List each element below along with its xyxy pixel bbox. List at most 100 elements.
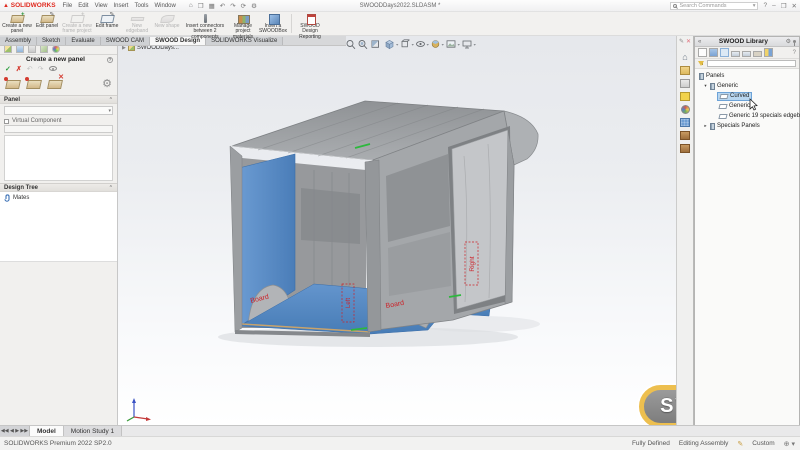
scene-icon[interactable]	[447, 41, 455, 47]
open-icon[interactable]: ❐	[198, 2, 204, 10]
menu-edit[interactable]: Edit	[78, 3, 88, 9]
edit-panel-button[interactable]: ✎ Edit panel	[32, 13, 62, 34]
redo-icon[interactable]: ↷	[230, 2, 235, 10]
menu-tools[interactable]: Tools	[134, 3, 148, 9]
tree-item-specials-panels[interactable]: ▸ Specials Panels	[695, 121, 799, 131]
display-manager-tab-icon[interactable]	[52, 45, 60, 53]
view-palette-icon[interactable]	[680, 92, 690, 101]
menu-insert[interactable]: Insert	[113, 3, 128, 9]
preview-eye-icon[interactable]	[49, 66, 57, 71]
tree-item-panels[interactable]: Panels	[695, 71, 799, 81]
mates-tree-item[interactable]: Mates	[3, 194, 114, 202]
tab-sketch[interactable]: Sketch	[37, 37, 66, 45]
display-style-icon[interactable]	[402, 40, 409, 47]
tab-assembly[interactable]: Assembly	[0, 37, 37, 45]
file-explorer-icon[interactable]	[680, 79, 690, 88]
library-profiles-icon[interactable]	[753, 51, 762, 57]
appearances-scenes-icon[interactable]	[681, 105, 690, 114]
close-button[interactable]: ✕	[792, 2, 797, 10]
dropdown-arrow-icon[interactable]	[442, 44, 444, 46]
swood-design-reporting-button[interactable]: SWOOD Design Reporting	[295, 13, 325, 34]
swood-materials-icon[interactable]	[680, 131, 690, 140]
collapse-panel-icon[interactable]: «	[698, 39, 701, 45]
view-orientation-icon[interactable]	[386, 40, 393, 48]
dropdown-arrow-icon[interactable]	[474, 44, 476, 46]
configuration-manager-tab-icon[interactable]	[28, 45, 36, 53]
tree-item-generic-folder[interactable]: ▾ Generic	[695, 81, 799, 91]
create-new-panel-button[interactable]: + Create a new panel	[2, 13, 32, 34]
panel-selection-list[interactable]	[4, 135, 113, 181]
feature-manager-tab-icon[interactable]	[4, 45, 12, 53]
section-view-icon[interactable]	[372, 41, 379, 48]
help-icon[interactable]: ?	[107, 57, 113, 63]
edit-frame-button[interactable]: ✎ Edit frame	[92, 13, 122, 34]
library-settings-gear-icon[interactable]: ⚙	[786, 38, 791, 45]
ok-check-icon[interactable]: ✓	[5, 65, 11, 73]
graphics-viewport[interactable]: ▶ SWOODDays...	[118, 36, 676, 425]
insert-connectors-button[interactable]: Insert connectors between 2 components	[182, 13, 228, 34]
design-library-icon[interactable]	[680, 66, 690, 75]
library-connectors-icon[interactable]	[764, 48, 773, 57]
units-globe-icon[interactable]: ⊕ ▾	[784, 440, 795, 448]
dropdown-arrow-icon[interactable]	[458, 44, 460, 46]
tree-item-generic-panel[interactable]: Generic	[695, 101, 799, 111]
search-dropdown-icon[interactable]: ▾	[753, 3, 756, 9]
insert-swoodbox-button[interactable]: Insert a SWOODBox	[258, 13, 288, 34]
library-active-category-icon[interactable]	[720, 48, 729, 57]
tree-item-generic-19-specials-edgebands[interactable]: Generic 19 specials edgebands	[695, 111, 799, 121]
menu-window[interactable]: Window	[155, 3, 176, 9]
undo-icon[interactable]: ↶	[220, 2, 225, 10]
tab-scroll-arrows[interactable]: ◀◀ ◀ ▶ ▶▶	[0, 426, 30, 436]
zoom-fit-icon[interactable]	[347, 41, 355, 49]
save-icon[interactable]: ▦	[209, 2, 215, 10]
van-3d-model[interactable]: Board Left Board Right	[118, 36, 676, 425]
restore-button[interactable]: ❐	[781, 2, 787, 10]
library-help-icon[interactable]: ?	[793, 50, 796, 56]
design-tree-section-header[interactable]: Design Tree⌃	[0, 183, 117, 192]
status-custom-label[interactable]: Custom	[752, 440, 774, 447]
side-door-panel[interactable]	[448, 126, 512, 314]
minimize-button[interactable]: –	[772, 2, 776, 9]
panel-section-header[interactable]: Panel⌃	[0, 95, 117, 104]
home-icon[interactable]: ⌂	[189, 2, 193, 10]
component-name-field[interactable]	[4, 125, 113, 133]
dimxpert-tab-icon[interactable]	[40, 45, 48, 53]
panel-type-1-icon[interactable]	[5, 78, 21, 89]
appearances-icon[interactable]	[432, 41, 439, 48]
settings-gear-icon[interactable]: ⚙	[102, 79, 112, 90]
manage-project-materials-button[interactable]: Manage project materials	[228, 13, 258, 34]
tab-model[interactable]: Model	[30, 426, 64, 436]
property-manager-tab-icon[interactable]	[16, 45, 24, 53]
zoom-area-icon[interactable]	[359, 41, 367, 49]
dropdown-arrow-icon[interactable]	[427, 44, 429, 46]
help-icon[interactable]: ?	[763, 2, 767, 9]
library-frames-icon[interactable]	[709, 48, 718, 57]
dropdown-arrow-icon[interactable]	[412, 44, 414, 46]
menu-file[interactable]: File	[63, 3, 73, 9]
collapsed-arrow-icon[interactable]: ▸	[703, 123, 708, 129]
library-edgebands-icon[interactable]	[731, 51, 740, 57]
tab-swood-cam[interactable]: SWOOD CAM	[101, 37, 150, 45]
virtual-component-checkbox[interactable]	[4, 119, 9, 124]
exit-sketch-icon[interactable]: ✕	[686, 38, 691, 45]
rebuild-icon[interactable]: ⟳	[241, 2, 246, 10]
library-filter-input[interactable]	[707, 60, 796, 67]
panel-type-2-icon[interactable]	[26, 78, 42, 89]
expanded-arrow-icon[interactable]: ▾	[703, 83, 708, 89]
dropdown-arrow-icon[interactable]	[396, 44, 398, 46]
cancel-x-icon[interactable]: ✗	[16, 65, 22, 73]
tab-evaluate[interactable]: Evaluate	[66, 37, 100, 45]
custom-properties-icon[interactable]	[680, 118, 690, 127]
edit-sketch-icon[interactable]: ✎	[679, 38, 684, 45]
tab-motion-study-1[interactable]: Motion Study 1	[64, 426, 122, 436]
heads-up-view-toolbar[interactable]	[346, 37, 480, 55]
solidworks-resources-icon[interactable]: ⌂	[680, 53, 690, 62]
menu-view[interactable]: View	[95, 3, 108, 9]
hide-show-items-eye-icon[interactable]	[417, 42, 425, 47]
panel-delete-icon[interactable]: ✕	[47, 78, 63, 89]
panel-dropdown[interactable]	[4, 106, 113, 115]
library-laminates-icon[interactable]	[742, 51, 751, 57]
swood-library-tab-icon[interactable]	[680, 144, 690, 153]
library-panels-icon[interactable]	[698, 48, 707, 57]
tree-item-curved[interactable]: Curved	[695, 91, 799, 101]
